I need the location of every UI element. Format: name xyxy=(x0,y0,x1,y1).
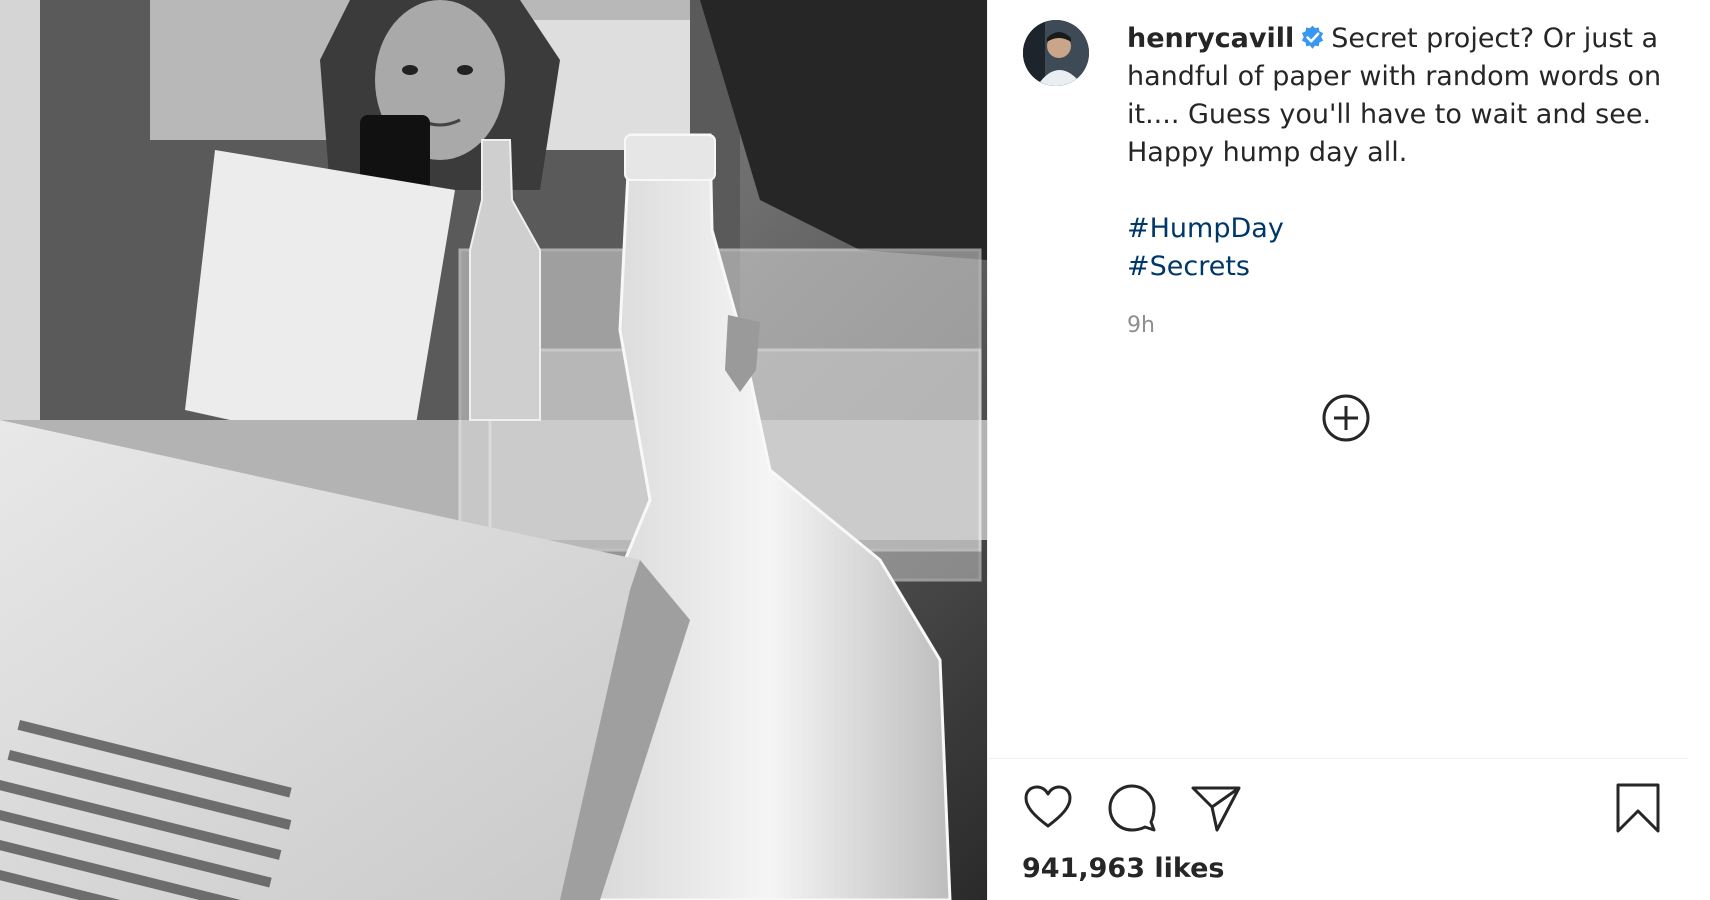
hashtag-link[interactable]: #Secrets xyxy=(1127,248,1667,286)
post-side-panel: henrycavill Secret project? Or just a han… xyxy=(988,0,1710,900)
likes-count[interactable]: 941,963 likes xyxy=(1022,853,1225,884)
save-button[interactable] xyxy=(1612,782,1664,834)
avatar-image xyxy=(1023,20,1089,86)
instagram-post: henrycavill Secret project? Or just a han… xyxy=(0,0,1710,900)
load-more-comments-button[interactable] xyxy=(1320,392,1372,444)
actions-divider xyxy=(988,758,1688,759)
avatar[interactable] xyxy=(1023,20,1089,86)
caption: henrycavill Secret project? Or just a han… xyxy=(1127,20,1667,286)
hashtag-link[interactable]: #HumpDay xyxy=(1127,210,1667,248)
hashtag-list: #HumpDay #Secrets xyxy=(1127,210,1667,286)
bookmark-icon xyxy=(1616,783,1660,833)
like-button[interactable] xyxy=(1022,782,1074,834)
post-photo[interactable] xyxy=(0,0,987,900)
comment-icon xyxy=(1108,784,1156,832)
username-link[interactable]: henrycavill xyxy=(1127,23,1294,54)
paper-plane-icon xyxy=(1191,786,1241,832)
post-timestamp[interactable]: 9h xyxy=(1127,313,1155,338)
post-image xyxy=(0,0,987,900)
verified-badge-icon xyxy=(1300,23,1325,49)
heart-icon xyxy=(1024,785,1072,828)
plus-circle-icon xyxy=(1322,394,1370,442)
comment-button[interactable] xyxy=(1106,782,1158,834)
share-button[interactable] xyxy=(1190,782,1242,834)
